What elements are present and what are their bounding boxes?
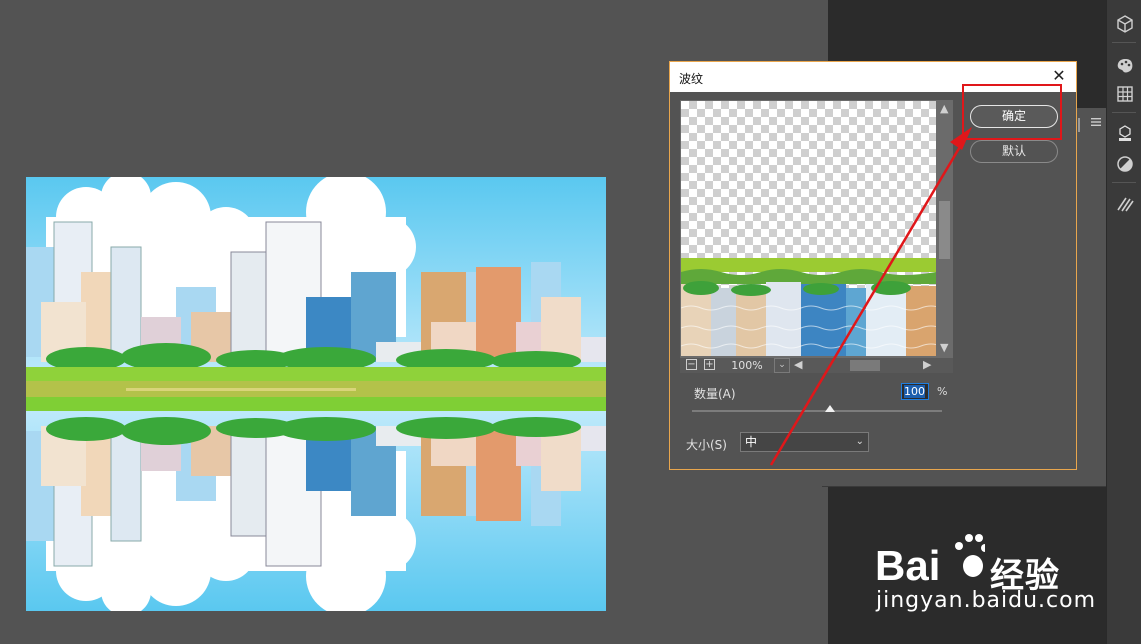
watermark-url: jingyan.baidu.com [876, 588, 1097, 613]
svg-text:Bai: Bai [875, 542, 940, 589]
baidu-logo-watermark: Bai [875, 534, 985, 589]
